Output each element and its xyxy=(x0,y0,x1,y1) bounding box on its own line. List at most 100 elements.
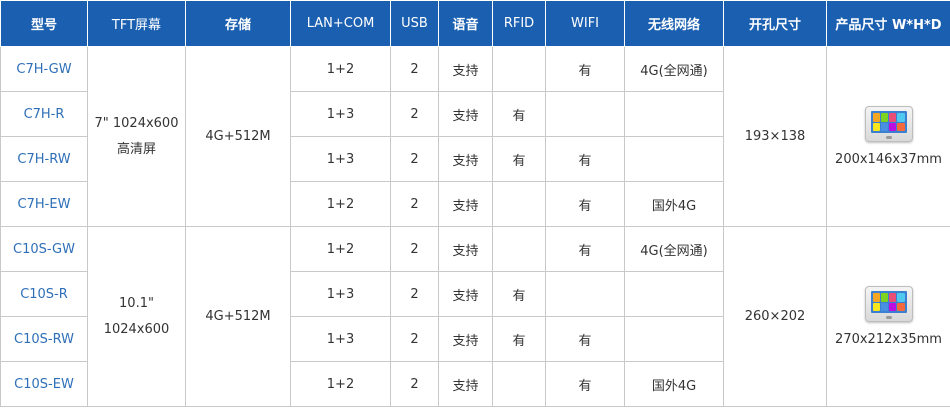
usb-cell: 2 xyxy=(390,226,439,272)
wireless-cell: 国外4G xyxy=(624,361,724,407)
lan-com-cell: 1+3 xyxy=(290,136,391,182)
wifi-cell xyxy=(545,271,625,317)
voice-cell: 支持 xyxy=(438,91,493,137)
rfid-cell xyxy=(492,226,546,272)
usb-cell: 2 xyxy=(390,181,439,227)
rfid-cell: 有 xyxy=(492,136,546,182)
app-tile xyxy=(897,113,905,122)
usb-cell: 2 xyxy=(390,46,439,92)
lan-com-cell: 1+2 xyxy=(290,181,391,227)
app-tile xyxy=(872,113,880,122)
product-dimensions: 270x212x35mm xyxy=(835,332,942,347)
lan-com-cell: 1+3 xyxy=(290,316,391,362)
product-size-cell: 270x212x35mm xyxy=(826,226,950,407)
product-dimensions: 200x146x37mm xyxy=(835,152,942,167)
screen-spec-detail: 1024x600 xyxy=(103,321,170,337)
wireless-cell: 国外4G xyxy=(624,181,724,227)
model-cell[interactable]: C10S-R xyxy=(0,271,88,317)
screen-cell: 7" 1024x600 高清屏 xyxy=(87,46,186,227)
voice-cell: 支持 xyxy=(438,316,493,362)
header-usb: USB xyxy=(390,0,439,47)
rfid-cell xyxy=(492,46,546,92)
wireless-cell xyxy=(624,271,724,317)
wireless-cell: 4G(全网通) xyxy=(624,226,724,272)
app-tile xyxy=(872,293,880,302)
header-rfid: RFID xyxy=(492,0,546,47)
app-tile xyxy=(889,113,897,122)
voice-cell: 支持 xyxy=(438,226,493,272)
screen-spec: 10.1" xyxy=(119,295,154,311)
model-cell[interactable]: C10S-GW xyxy=(0,226,88,272)
app-tile xyxy=(897,293,905,302)
spec-table: 型号 TFT屏幕 存储 LAN+COM USB 语音 RFID WIFI 无线网… xyxy=(0,0,950,407)
cutout-cell: 260×202 xyxy=(723,226,827,407)
rfid-cell: 有 xyxy=(492,91,546,137)
lan-com-cell: 1+3 xyxy=(290,91,391,137)
app-tile xyxy=(880,113,888,122)
device-screen xyxy=(870,291,907,313)
lan-com-cell: 1+3 xyxy=(290,271,391,317)
storage-cell: 4G+512M xyxy=(185,226,291,407)
wifi-cell: 有 xyxy=(545,46,625,92)
header-screen: TFT屏幕 xyxy=(87,0,186,47)
wireless-cell xyxy=(624,136,724,182)
voice-cell: 支持 xyxy=(438,46,493,92)
app-tile xyxy=(889,293,897,302)
app-tile xyxy=(872,302,880,311)
product-size-cell: 200x146x37mm xyxy=(826,46,950,227)
header-product-size: 产品尺寸 W*H*D xyxy=(826,0,950,47)
voice-cell: 支持 xyxy=(438,361,493,407)
header-voice: 语音 xyxy=(438,0,493,47)
voice-cell: 支持 xyxy=(438,181,493,227)
wifi-cell: 有 xyxy=(545,181,625,227)
model-cell[interactable]: C7H-RW xyxy=(0,136,88,182)
rfid-cell: 有 xyxy=(492,316,546,362)
wifi-cell xyxy=(545,91,625,137)
wireless-cell xyxy=(624,316,724,362)
wifi-cell: 有 xyxy=(545,136,625,182)
app-tile xyxy=(872,122,880,131)
cutout-cell: 193×138 xyxy=(723,46,827,227)
touch-panel-device-icon xyxy=(864,106,913,142)
app-tile xyxy=(880,302,888,311)
table-row: C10S-GW 10.1" 1024x600 4G+512M 1+2 2 支持有 4G(全网通… xyxy=(0,226,950,407)
app-tile xyxy=(880,122,888,131)
device-screen xyxy=(870,111,907,133)
model-cell[interactable]: C10S-EW xyxy=(0,361,88,407)
model-cell[interactable]: C7H-EW xyxy=(0,181,88,227)
app-tile xyxy=(880,293,888,302)
model-cell[interactable]: C7H-R xyxy=(0,91,88,137)
header-cutout: 开孔尺寸 xyxy=(723,0,827,47)
wireless-cell xyxy=(624,91,724,137)
lan-com-cell: 1+2 xyxy=(290,46,391,92)
usb-cell: 2 xyxy=(390,361,439,407)
header-model: 型号 xyxy=(0,0,88,47)
header-wifi: WIFI xyxy=(545,0,625,47)
usb-cell: 2 xyxy=(390,136,439,182)
device-home-button xyxy=(885,136,892,139)
wifi-cell: 有 xyxy=(545,316,625,362)
table-body: C7H-GW 7" 1024x600 高清屏 4G+512M 1+2 2 支持有 4G(全网通… xyxy=(0,46,950,407)
app-tile xyxy=(889,302,897,311)
model-cell[interactable]: C7H-GW xyxy=(0,46,88,92)
screen-spec-detail: 高清屏 xyxy=(116,141,156,157)
wifi-cell: 有 xyxy=(545,361,625,407)
usb-cell: 2 xyxy=(390,271,439,317)
rfid-cell xyxy=(492,361,546,407)
usb-cell: 2 xyxy=(390,316,439,362)
table-row: C7H-GW 7" 1024x600 高清屏 4G+512M 1+2 2 支持有 4G(全网通… xyxy=(0,46,950,227)
app-tile xyxy=(897,122,905,131)
device-home-button xyxy=(885,316,892,319)
storage-cell: 4G+512M xyxy=(185,46,291,227)
lan-com-cell: 1+2 xyxy=(290,226,391,272)
rfid-cell xyxy=(492,181,546,227)
header-row: 型号 TFT屏幕 存储 LAN+COM USB 语音 RFID WIFI 无线网… xyxy=(0,0,950,47)
header-lan-com: LAN+COM xyxy=(290,0,391,47)
model-cell[interactable]: C10S-RW xyxy=(0,316,88,362)
voice-cell: 支持 xyxy=(438,136,493,182)
touch-panel-device-icon xyxy=(864,286,913,322)
app-tile xyxy=(889,122,897,131)
rfid-cell: 有 xyxy=(492,271,546,317)
screen-spec: 7" 1024x600 xyxy=(94,115,179,131)
app-tile xyxy=(897,302,905,311)
